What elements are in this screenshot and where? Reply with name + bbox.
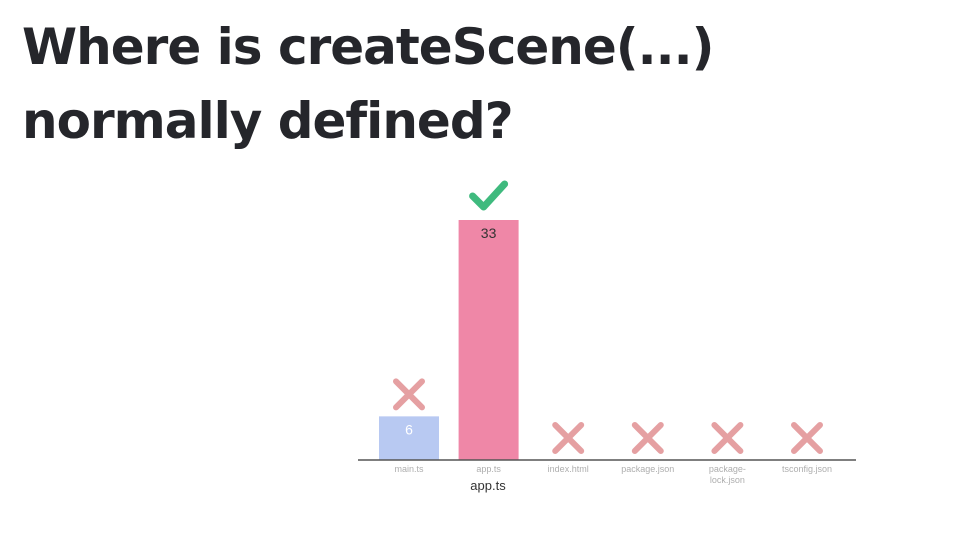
check-icon [469,180,509,211]
bar-app-ts [458,220,519,460]
tick-label: tsconfig.json [782,464,832,474]
results-bar-chart: 6 33 main.ts app.ts index.html package.json p… [358,180,856,485]
bars-group: 6 33 [379,180,823,460]
tick-label: package- [709,464,746,474]
tick-label: package.json [621,464,674,474]
cross-icon [711,422,744,454]
cross-icon [552,422,585,454]
correct-answer-caption: app.ts [470,478,506,493]
tick-label: lock.json [710,475,745,485]
bar-value-label: 6 [405,421,413,437]
tick-label: main.ts [394,464,424,474]
cross-icon [393,378,425,411]
bar-value-label: 33 [481,225,497,241]
cross-icon [631,422,664,454]
cross-icon [791,422,823,454]
tick-label: app.ts [476,464,501,474]
tick-label: index.html [548,464,589,474]
